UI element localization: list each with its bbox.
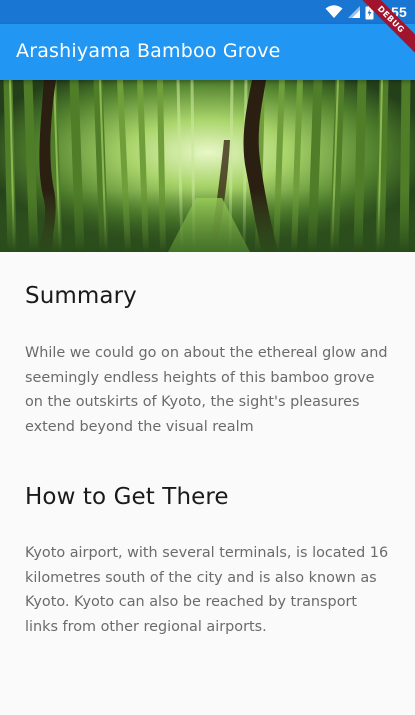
debug-banner-label: DEBUG [355, 0, 415, 60]
app-bar-title: Arashiyama Bamboo Grove [16, 40, 281, 62]
app-bar: Arashiyama Bamboo Grove [0, 24, 415, 80]
status-bar: 5:55 [0, 0, 415, 24]
section-heading-how-to-get-there: How to Get There [25, 484, 229, 510]
section-heading-summary: Summary [25, 283, 137, 309]
section-body-summary: While we could go on about the ethereal … [25, 345, 388, 435]
section-body-how-to-get-there: Kyoto airport, with several terminals, i… [25, 545, 389, 635]
wifi-icon [325, 5, 343, 18]
debug-banner: DEBUG [355, 0, 415, 60]
bamboo-forest-image [0, 80, 415, 252]
